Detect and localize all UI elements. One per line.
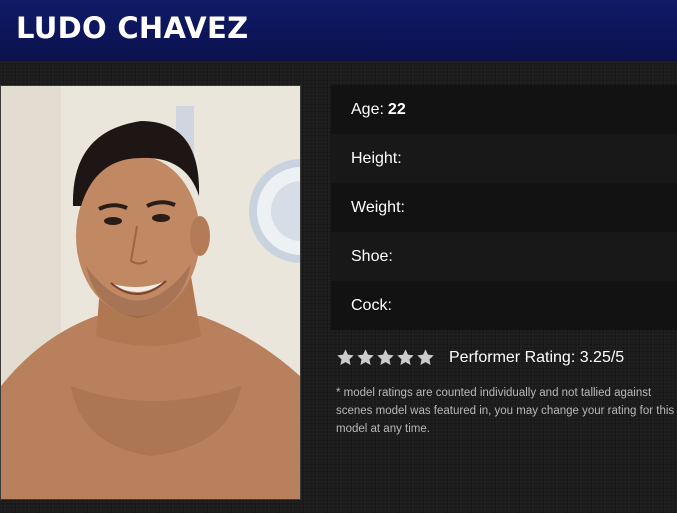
model-photo <box>0 85 301 500</box>
age-value: 22 <box>387 100 406 118</box>
model-photo-image <box>1 86 300 499</box>
stat-row-cock: Cock: <box>331 281 677 330</box>
age-label: Age: <box>351 100 384 118</box>
performer-rating: Performer Rating: 3.25/5 <box>336 348 624 367</box>
star-icon[interactable] <box>356 348 375 367</box>
star-icon[interactable] <box>376 348 395 367</box>
shoe-label: Shoe: <box>351 247 393 265</box>
star-icon[interactable] <box>396 348 415 367</box>
page-header: LUDO CHAVEZ <box>0 0 677 61</box>
rating-text: Performer Rating: 3.25/5 <box>449 348 625 366</box>
rating-stars[interactable] <box>336 348 435 367</box>
stat-row-weight: Weight: <box>331 183 677 232</box>
height-label: Height: <box>351 149 402 167</box>
model-stats-list: Age: 22 Height: Weight: Shoe: Cock: <box>331 85 677 330</box>
cock-label: Cock: <box>351 296 392 314</box>
stat-row-age: Age: 22 <box>331 85 677 134</box>
star-icon[interactable] <box>416 348 435 367</box>
weight-label: Weight: <box>351 198 405 216</box>
stat-row-height: Height: <box>331 134 677 183</box>
model-name-title: LUDO CHAVEZ <box>16 11 249 45</box>
rating-note: * model ratings are counted individually… <box>336 387 675 435</box>
star-icon[interactable] <box>336 348 355 367</box>
stat-row-shoe: Shoe: <box>331 232 677 281</box>
